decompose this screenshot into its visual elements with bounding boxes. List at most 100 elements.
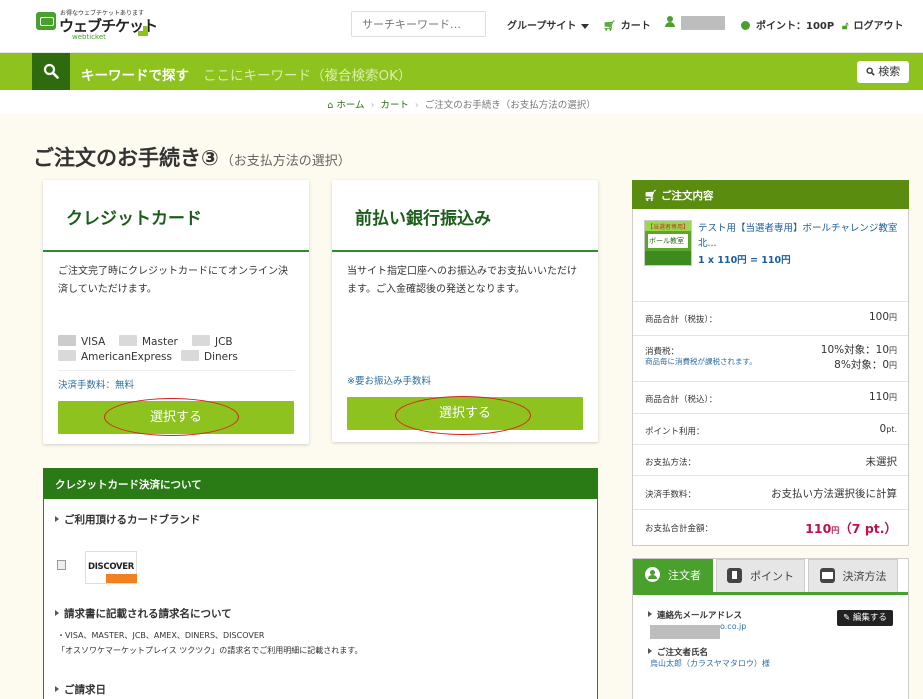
header-search-input[interactable] (351, 11, 486, 37)
breadcrumb-current: ご注文のお手続き（お支払方法の選択） (424, 100, 596, 111)
tab-payment-label: 決済方法 (842, 570, 887, 583)
home-icon: ⌂ (327, 100, 337, 111)
summary-label: お支払合計金額： (645, 524, 714, 534)
bank-transfer-fee: ※要お振込み手数料 (347, 376, 431, 387)
page-subtitle: （お支払方法の選択） (220, 154, 351, 169)
tax-10-value: 10%対象：10円 (821, 342, 897, 357)
brand-jcb: JCB (192, 335, 233, 348)
broken-image-icon (57, 560, 66, 570)
tax-10-number: 10%対象：10 (820, 344, 889, 356)
tab-points[interactable]: ポイント (716, 559, 805, 593)
summary-value: 0pt. (880, 423, 897, 435)
user-name-redacted[interactable] (681, 16, 725, 30)
tab-underline (633, 592, 908, 595)
summary-value: 未選択 (865, 456, 898, 468)
email-suffix: o.co.jp (720, 622, 747, 631)
jcb-icon (192, 335, 210, 346)
keyword-search-button[interactable]: 検索 (857, 61, 909, 83)
logout-link[interactable]: 🔓︎ ログアウト (842, 17, 903, 32)
brand-visa-label: VISA (81, 336, 106, 348)
brand-diners: Diners (181, 350, 238, 363)
cart-icon: 🛒︎ (644, 190, 661, 202)
card-brands-heading: ご利用頂けるカードブランド (55, 512, 201, 527)
points-label: ポイント：100P (756, 21, 835, 32)
summary-value-number: 110 (868, 391, 889, 403)
billing-name-heading: 請求書に記載される請求名について (55, 606, 232, 621)
product-name-link[interactable]: テスト用【当選者専用】ボールチャレンジ教室 北... (698, 221, 898, 251)
tab-payment[interactable]: 決済方法 (808, 559, 898, 593)
summary-value-number: 100 (868, 311, 889, 323)
breadcrumb: ⌂ ホーム › カート › ご注文のお手続き（お支払方法の選択） (0, 97, 923, 111)
bookmark-icon (727, 568, 742, 583)
page-title: ご注文のお手続き③ （お支払方法の選択） (33, 142, 351, 172)
summary-unit: 円 (889, 393, 897, 402)
summary-row-tax: 消費税： 商品毎に消費税が課税されます。 10%対象：10円 8%対象：0円 (633, 335, 908, 381)
chevron-down-icon (581, 23, 590, 29)
highlight-circle (395, 396, 531, 435)
card-info-header: クレジットカード決済について (43, 468, 598, 499)
summary-label: 商品合計（税抜）： (645, 315, 718, 325)
summary-row-points: ポイント利用： 0pt. (633, 413, 908, 444)
grand-total-value: 110円（7 pt.） (805, 518, 897, 537)
discover-logo: DISCOVER (85, 551, 137, 584)
summary-value: 100円 (869, 311, 897, 323)
tab-customer[interactable]: 注文者 (633, 559, 713, 593)
discover-logo-text: DISCOVER (87, 562, 135, 572)
unlock-icon: 🔓︎ (842, 21, 849, 32)
keyword-search-label: キーワードで探す (81, 68, 189, 84)
billing-note-text: 「オスソワケマーケットプレイス ツクツク」の請求名でご利用明細に記載されます。 (57, 646, 363, 655)
site-logo[interactable]: お得なウェブチケットあります ウェブチケット webticket (36, 8, 158, 44)
summary-unit: pt. (886, 425, 897, 434)
edit-icon: ✎ (843, 613, 853, 623)
amex-icon (58, 350, 76, 361)
summary-unit: 円 (889, 361, 897, 370)
product-quantity: 1 x 110円 = 110円 (698, 255, 791, 266)
summary-row-fee: 決済手数料： お支払い方法選択後に計算 (633, 475, 908, 509)
thumb-tag: 【当選者専用】 (647, 224, 690, 231)
highlight-circle (104, 398, 239, 436)
user-add-icon (665, 16, 678, 30)
tab-customer-label: 注文者 (668, 569, 701, 582)
user-icon (645, 567, 660, 582)
billing-brands-text: ・VISA、MASTER、JCB、AMEX、DINERS、DISCOVER (57, 631, 265, 640)
cart-label: カート (620, 21, 651, 32)
logo-sub: webticket (72, 33, 106, 41)
breadcrumb-home[interactable]: ⌂ ホーム (327, 100, 364, 111)
brand-master: Master (119, 335, 178, 348)
bank-transfer-description: 当サイト指定口座へのお振込みでお支払いいただけます。ご入金確認後の発送となります… (347, 266, 577, 295)
summary-label: 決済手数料： (645, 490, 697, 500)
credit-card-icon (819, 568, 835, 583)
cart-icon: 🛒︎ (603, 21, 616, 32)
mastercard-icon (119, 335, 137, 346)
brand-amex-label: AmericanExpress (81, 351, 172, 363)
summary-label: 商品合計（税込）： (645, 395, 718, 405)
divider (58, 370, 295, 371)
credit-card-fee: 決済手数料：無料 (58, 380, 135, 391)
summary-row-payment: お支払方法： 未選択 (633, 444, 908, 475)
edit-button[interactable]: ✎ 編集する (837, 610, 893, 626)
logout-label: ログアウト (853, 21, 904, 32)
summary-row-subtotal: 商品合計（税抜）： 100円 (633, 301, 908, 335)
group-sites-label: グループサイト (507, 21, 577, 32)
brand-jcb-label: JCB (215, 336, 233, 348)
brand-visa: VISA (58, 335, 105, 348)
grand-total-number: 110 (805, 521, 832, 536)
bank-transfer-title: 前払い銀行振込み (355, 209, 491, 229)
points-display: ポイント：100P (741, 17, 834, 32)
cart-link[interactable]: 🛒︎ カート (603, 17, 651, 32)
brand-diners-label: Diners (204, 351, 238, 363)
search-icon[interactable] (32, 53, 70, 90)
tab-points-label: ポイント (750, 570, 794, 583)
order-summary-title: ご注文内容 (661, 190, 714, 202)
tax-8-value: 8%対象：0円 (834, 357, 897, 372)
product-thumbnail[interactable]: 【当選者専用】 ボール教室 (644, 220, 692, 266)
order-summary-header: 🛒︎ ご注文内容 (632, 180, 909, 209)
summary-label: ポイント利用： (645, 427, 705, 437)
breadcrumb-cart[interactable]: カート (380, 100, 409, 111)
chevron-right-icon: › (370, 100, 375, 111)
grand-total-points: （7 pt.） (839, 521, 897, 536)
group-sites-menu[interactable]: グループサイト (507, 17, 590, 32)
keyword-search-input[interactable]: ここにキーワード（複合検索OK） (203, 64, 411, 84)
tax-note: 商品毎に消費税が課税されます。 (645, 357, 757, 366)
edit-button-label: 編集する (852, 613, 887, 623)
